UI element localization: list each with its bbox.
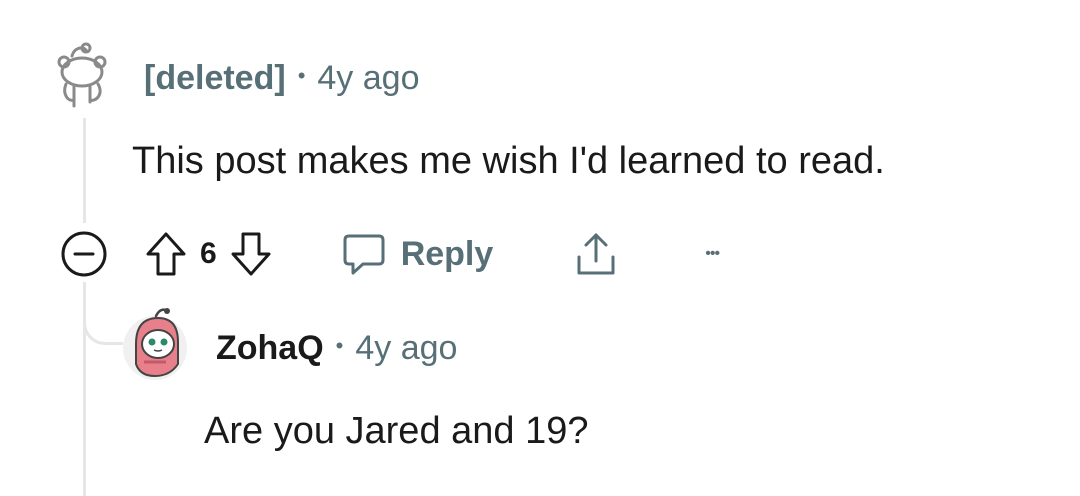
reply-meta: ZohaQ • 4y ago [216,328,457,368]
speech-bubble-icon [343,234,385,275]
more-options-icon: ••• [705,245,720,262]
comment-action-bar: 6 Reply ••• [58,226,720,282]
share-icon [577,233,615,275]
thread-line[interactable] [83,118,86,223]
comment-age: 4y ago [317,58,420,97]
reply-body: Are you Jared and 19? [204,410,589,452]
user-avatar-icon [123,308,187,380]
meta-separator: • [297,63,306,88]
reply-author[interactable]: ZohaQ [216,329,324,368]
upvote-button[interactable] [144,230,188,278]
comment-author[interactable]: [deleted] [144,59,286,98]
reply-age: 4y ago [355,328,458,367]
vote-count: 6 [200,237,217,270]
downvote-button[interactable] [229,230,273,278]
meta-separator: • [335,333,344,358]
reply-button[interactable]: Reply [341,231,494,277]
more-options-button[interactable]: ••• [705,245,720,263]
upvote-icon [146,232,186,276]
collapse-button[interactable] [58,228,110,280]
downvote-icon [231,232,271,276]
zohaq-avatar[interactable] [122,304,188,382]
collapse-icon [61,231,107,277]
snoo-outline-icon [57,42,107,108]
comment-meta: [deleted] • 4y ago [144,58,419,98]
share-button[interactable] [571,229,621,279]
reply-label: Reply [400,234,494,273]
reply-branch-line [83,282,123,345]
deleted-user-avatar[interactable] [52,42,114,112]
comment-body: This post makes me wish I'd learned to r… [132,140,885,182]
